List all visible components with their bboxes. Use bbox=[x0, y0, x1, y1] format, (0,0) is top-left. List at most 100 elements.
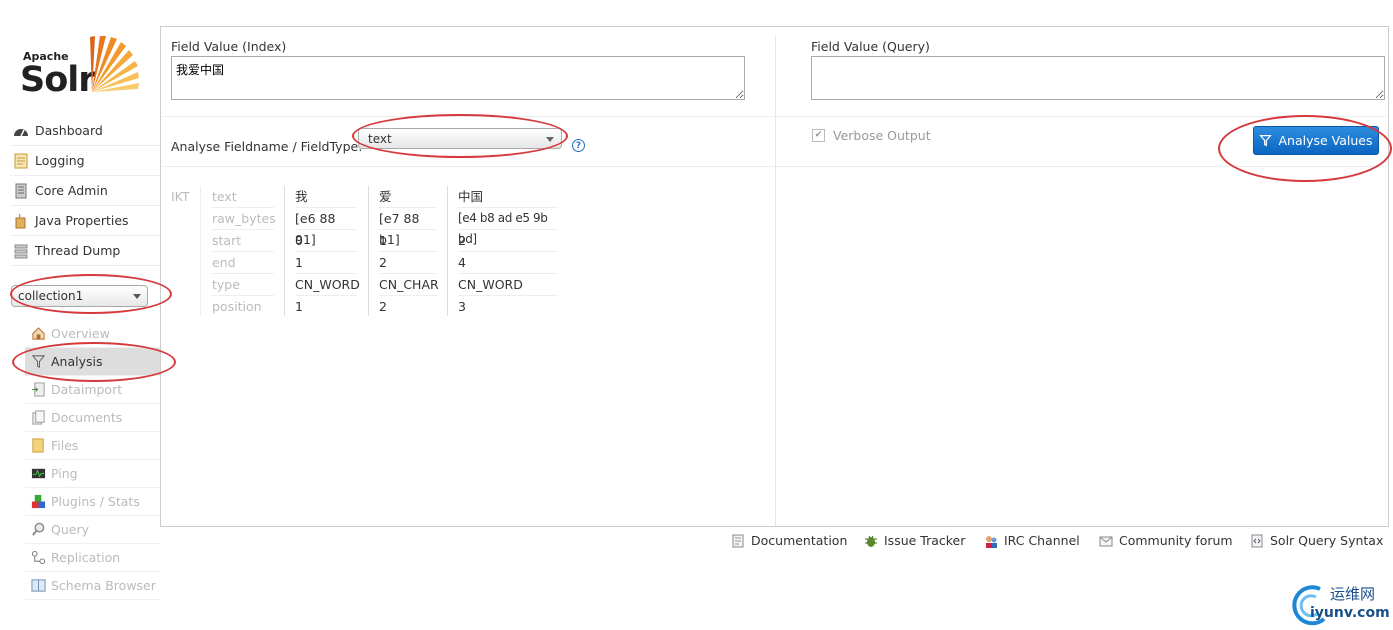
nav-java-properties[interactable]: Java Properties bbox=[10, 206, 160, 236]
section-divider bbox=[162, 116, 1387, 117]
core-menu-label: Schema Browser bbox=[51, 578, 156, 593]
index-value-input[interactable] bbox=[171, 56, 745, 100]
core-menu-label: Plugins / Stats bbox=[51, 494, 140, 509]
row-label-start: start bbox=[212, 230, 274, 252]
plugins-icon bbox=[31, 494, 46, 509]
nav-label: Dashboard bbox=[35, 123, 103, 138]
core-menu-documents[interactable]: Documents bbox=[25, 404, 160, 432]
analyzer-name: IKT bbox=[171, 189, 190, 204]
core-menu-label: Overview bbox=[51, 326, 110, 341]
core-menu-files[interactable]: Files bbox=[25, 432, 160, 460]
token-end: 2 bbox=[379, 252, 437, 274]
core-menu-label: Replication bbox=[51, 550, 121, 565]
watermark-cn: 运维网 bbox=[1330, 585, 1376, 603]
footer-label: Solr Query Syntax bbox=[1270, 533, 1384, 548]
footer-label: Issue Tracker bbox=[884, 533, 966, 548]
token-position: 1 bbox=[295, 299, 303, 314]
query-icon bbox=[32, 522, 45, 536]
nav-core-admin[interactable]: Core Admin bbox=[10, 176, 160, 206]
core-menu-replication[interactable]: Replication bbox=[25, 544, 160, 572]
core-menu-query[interactable]: Query bbox=[25, 516, 160, 544]
annotation-oval-analyse-button bbox=[1218, 115, 1392, 182]
core-menu-ping[interactable]: Ping bbox=[25, 460, 160, 488]
token-end: 4 bbox=[458, 252, 558, 274]
nav-label: Java Properties bbox=[35, 213, 129, 228]
column-divider bbox=[775, 36, 776, 166]
schema-icon bbox=[31, 579, 46, 592]
nav-dashboard[interactable]: Dashboard bbox=[10, 116, 160, 146]
home-icon bbox=[32, 327, 45, 340]
core-menu-label: Files bbox=[51, 438, 79, 453]
query-value-input[interactable] bbox=[811, 56, 1385, 100]
verbose-output-toggle[interactable]: ✔ Verbose Output bbox=[812, 128, 931, 143]
row-label-text: text bbox=[212, 186, 274, 208]
nav-label: Thread Dump bbox=[35, 243, 121, 258]
core-menu-plugins-stats[interactable]: Plugins / Stats bbox=[25, 488, 160, 516]
nav-logging[interactable]: Logging bbox=[10, 146, 160, 176]
core-menu-label: Query bbox=[51, 522, 89, 537]
solr-sun-icon bbox=[90, 36, 139, 92]
token-start: 1 bbox=[379, 230, 437, 252]
java-icon bbox=[15, 213, 26, 228]
verbose-label: Verbose Output bbox=[833, 128, 931, 143]
token-start: 2 bbox=[458, 230, 558, 252]
nav-thread-dump[interactable]: Thread Dump bbox=[10, 236, 160, 266]
help-icon[interactable]: ? bbox=[572, 139, 585, 152]
watermark-url: iyunv.com bbox=[1310, 605, 1390, 621]
token-position: 2 bbox=[379, 299, 387, 314]
footer-issue-tracker-link[interactable]: Issue Tracker bbox=[864, 533, 965, 548]
annotation-oval-core-selector bbox=[10, 274, 172, 314]
verbose-checkbox[interactable]: ✔ bbox=[812, 129, 825, 142]
row-label-raw-bytes: raw_bytes bbox=[212, 208, 276, 230]
mail-icon bbox=[1099, 536, 1113, 546]
core-menu-schema-browser[interactable]: Schema Browser bbox=[25, 572, 160, 600]
token-type: CN_WORD bbox=[458, 274, 558, 296]
replication-icon bbox=[31, 550, 46, 565]
nav-label: Logging bbox=[35, 153, 85, 168]
row-label-end: end bbox=[212, 252, 274, 274]
footer-community-forum-link[interactable]: Community forum bbox=[1099, 533, 1233, 548]
token-divider bbox=[368, 186, 369, 316]
token-text: 中国 bbox=[458, 186, 558, 208]
token-divider bbox=[447, 186, 448, 316]
site-watermark: 运维网 iyunv.com bbox=[1290, 583, 1390, 628]
footer-solr-query-syntax-link[interactable]: Solr Query Syntax bbox=[1250, 533, 1383, 548]
annotation-oval-fieldtype bbox=[352, 114, 568, 158]
token-start: 0 bbox=[295, 230, 357, 252]
irc-icon bbox=[986, 535, 997, 548]
files-icon bbox=[32, 438, 44, 453]
thread-dump-icon bbox=[14, 244, 28, 258]
token-text: 爱 bbox=[379, 186, 437, 208]
fieldname-label: Analyse Fieldname / FieldType: bbox=[171, 139, 363, 154]
footer-label: IRC Channel bbox=[1004, 533, 1080, 548]
row-label-type: type bbox=[212, 274, 274, 296]
solr-logo[interactable]: Apache Solr bbox=[20, 34, 150, 102]
core-menu-label: Ping bbox=[51, 466, 78, 481]
nav-label: Core Admin bbox=[35, 183, 108, 198]
token-raw-bytes: [e4 b8 ad e5 9b bd] bbox=[458, 208, 558, 246]
footer-irc-channel-link[interactable]: IRC Channel bbox=[984, 533, 1080, 548]
annotation-oval-analysis bbox=[12, 342, 176, 382]
documents-icon bbox=[32, 410, 45, 425]
core-admin-icon bbox=[15, 183, 27, 198]
token-divider bbox=[284, 186, 285, 316]
core-menu-label: Documents bbox=[51, 410, 123, 425]
results-column-divider bbox=[775, 166, 776, 526]
row-label-position: position bbox=[212, 299, 262, 314]
core-menu-label: Dataimport bbox=[51, 382, 123, 397]
ping-icon bbox=[31, 468, 46, 479]
token-raw-bytes: [e6 88 91] bbox=[295, 208, 357, 247]
analyzer-divider bbox=[200, 186, 201, 316]
logging-icon bbox=[14, 153, 28, 168]
footer-label: Community forum bbox=[1119, 533, 1233, 548]
token-position: 3 bbox=[458, 299, 466, 314]
token-type: CN_CHAR bbox=[379, 274, 439, 296]
bug-icon bbox=[865, 535, 877, 547]
token-raw-bytes: [e7 88 b1] bbox=[379, 208, 437, 247]
footer-documentation-link[interactable]: Documentation bbox=[731, 533, 847, 548]
syntax-icon bbox=[1251, 534, 1263, 547]
footer-label: Documentation bbox=[751, 533, 848, 548]
dataimport-icon bbox=[31, 382, 45, 397]
token-text: 我 bbox=[295, 186, 357, 208]
dashboard-icon bbox=[14, 128, 28, 136]
